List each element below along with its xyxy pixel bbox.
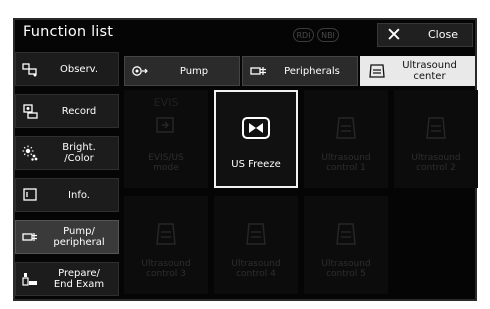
- sidebar-item-label: Bright. /Color: [62, 142, 96, 164]
- tile-label: Ultrasound control 3: [141, 259, 191, 279]
- evis-text: EVIS: [153, 96, 179, 109]
- tile-label: Ultrasound control 2: [411, 153, 461, 173]
- ultrasound-icon: [336, 117, 356, 139]
- sidebar-item-bright-color[interactable]: Bright. /Color: [15, 136, 119, 170]
- tile-label: Ultrasound control 5: [321, 259, 371, 279]
- tile-label: Ultrasound control 4: [231, 259, 281, 279]
- tile-label: EVIS/US mode: [148, 153, 184, 173]
- tab-pump[interactable]: Pump: [124, 56, 240, 86]
- tile-ultrasound-control-2: Ultrasound control 2: [394, 90, 478, 188]
- peripheral-icon: [22, 233, 37, 241]
- ultrasound-icon: [246, 223, 266, 245]
- close-label: Close: [428, 28, 458, 41]
- record-icon: [23, 104, 38, 119]
- tile-label: Ultrasound control 1: [321, 153, 371, 173]
- sidebar-item-label: Prepare/ End Exam: [53, 268, 105, 290]
- freeze-icon: [242, 117, 270, 139]
- sidebar-item-label: Pump/ peripheral: [53, 226, 105, 248]
- prepare-icon: [22, 273, 37, 286]
- sidebar-item-record[interactable]: Record: [15, 94, 119, 128]
- tile-ultrasound-control-1: Ultrasound control 1: [304, 90, 388, 188]
- sidebar-item-label: Record: [61, 105, 97, 117]
- close-button[interactable]: ✕ Close: [377, 23, 473, 47]
- tab-ultrasound-center[interactable]: Ultrasound center: [360, 56, 475, 86]
- function-list-window: Function list RDI NBI ✕ Close Observ. Re…: [13, 18, 478, 301]
- tile-label: US Freeze: [231, 159, 281, 170]
- nbi-indicator: NBI: [317, 28, 339, 42]
- function-grid: EVIS EVIS/US mode US Freeze Ultrasound c…: [124, 90, 478, 301]
- ultrasound-icon: [156, 223, 176, 245]
- sidebar-item-label: Info.: [68, 189, 90, 201]
- tile-us-freeze[interactable]: US Freeze: [214, 90, 298, 188]
- tab-peripherals[interactable]: Peripherals: [242, 56, 358, 86]
- brightness-icon: [22, 145, 38, 161]
- sidebar-item-pump-peripheral[interactable]: Pump/ peripheral: [15, 220, 119, 254]
- ultrasound-icon: [369, 64, 385, 78]
- ultrasound-icon: [426, 117, 446, 139]
- sidebar-item-observ[interactable]: Observ.: [15, 52, 119, 86]
- peripherals-icon: [250, 67, 266, 75]
- info-icon: [23, 188, 37, 201]
- tab-bar: Pump Peripherals Ultrasound center: [124, 56, 475, 86]
- window-title: Function list: [23, 24, 114, 40]
- tile-ultrasound-control-5: Ultrasound control 5: [304, 196, 388, 294]
- sidebar-item-info[interactable]: Info.: [15, 178, 119, 212]
- tab-label: Peripherals: [284, 65, 340, 77]
- observation-icon: [22, 63, 37, 77]
- sidebar: Observ. Record Bright. /Color Info. Pump…: [15, 52, 119, 300]
- sidebar-item-label: Observ.: [59, 63, 98, 75]
- rdi-indicator: RDI: [293, 28, 314, 42]
- sidebar-item-prepare-end-exam[interactable]: Prepare/ End Exam: [15, 262, 119, 296]
- tile-ultrasound-control-3: Ultrasound control 3: [124, 196, 208, 294]
- evis-us-icon: [156, 117, 174, 133]
- title-bar: Function list RDI NBI ✕ Close: [15, 20, 475, 50]
- tab-label: Ultrasound center: [402, 60, 457, 82]
- tile-ultrasound-control-4: Ultrasound control 4: [214, 196, 298, 294]
- tab-label: Pump: [179, 65, 209, 77]
- pump-icon: [132, 66, 148, 76]
- ultrasound-icon: [336, 223, 356, 245]
- close-icon: ✕: [386, 24, 402, 46]
- tile-evis-us-mode: EVIS EVIS/US mode: [124, 90, 208, 188]
